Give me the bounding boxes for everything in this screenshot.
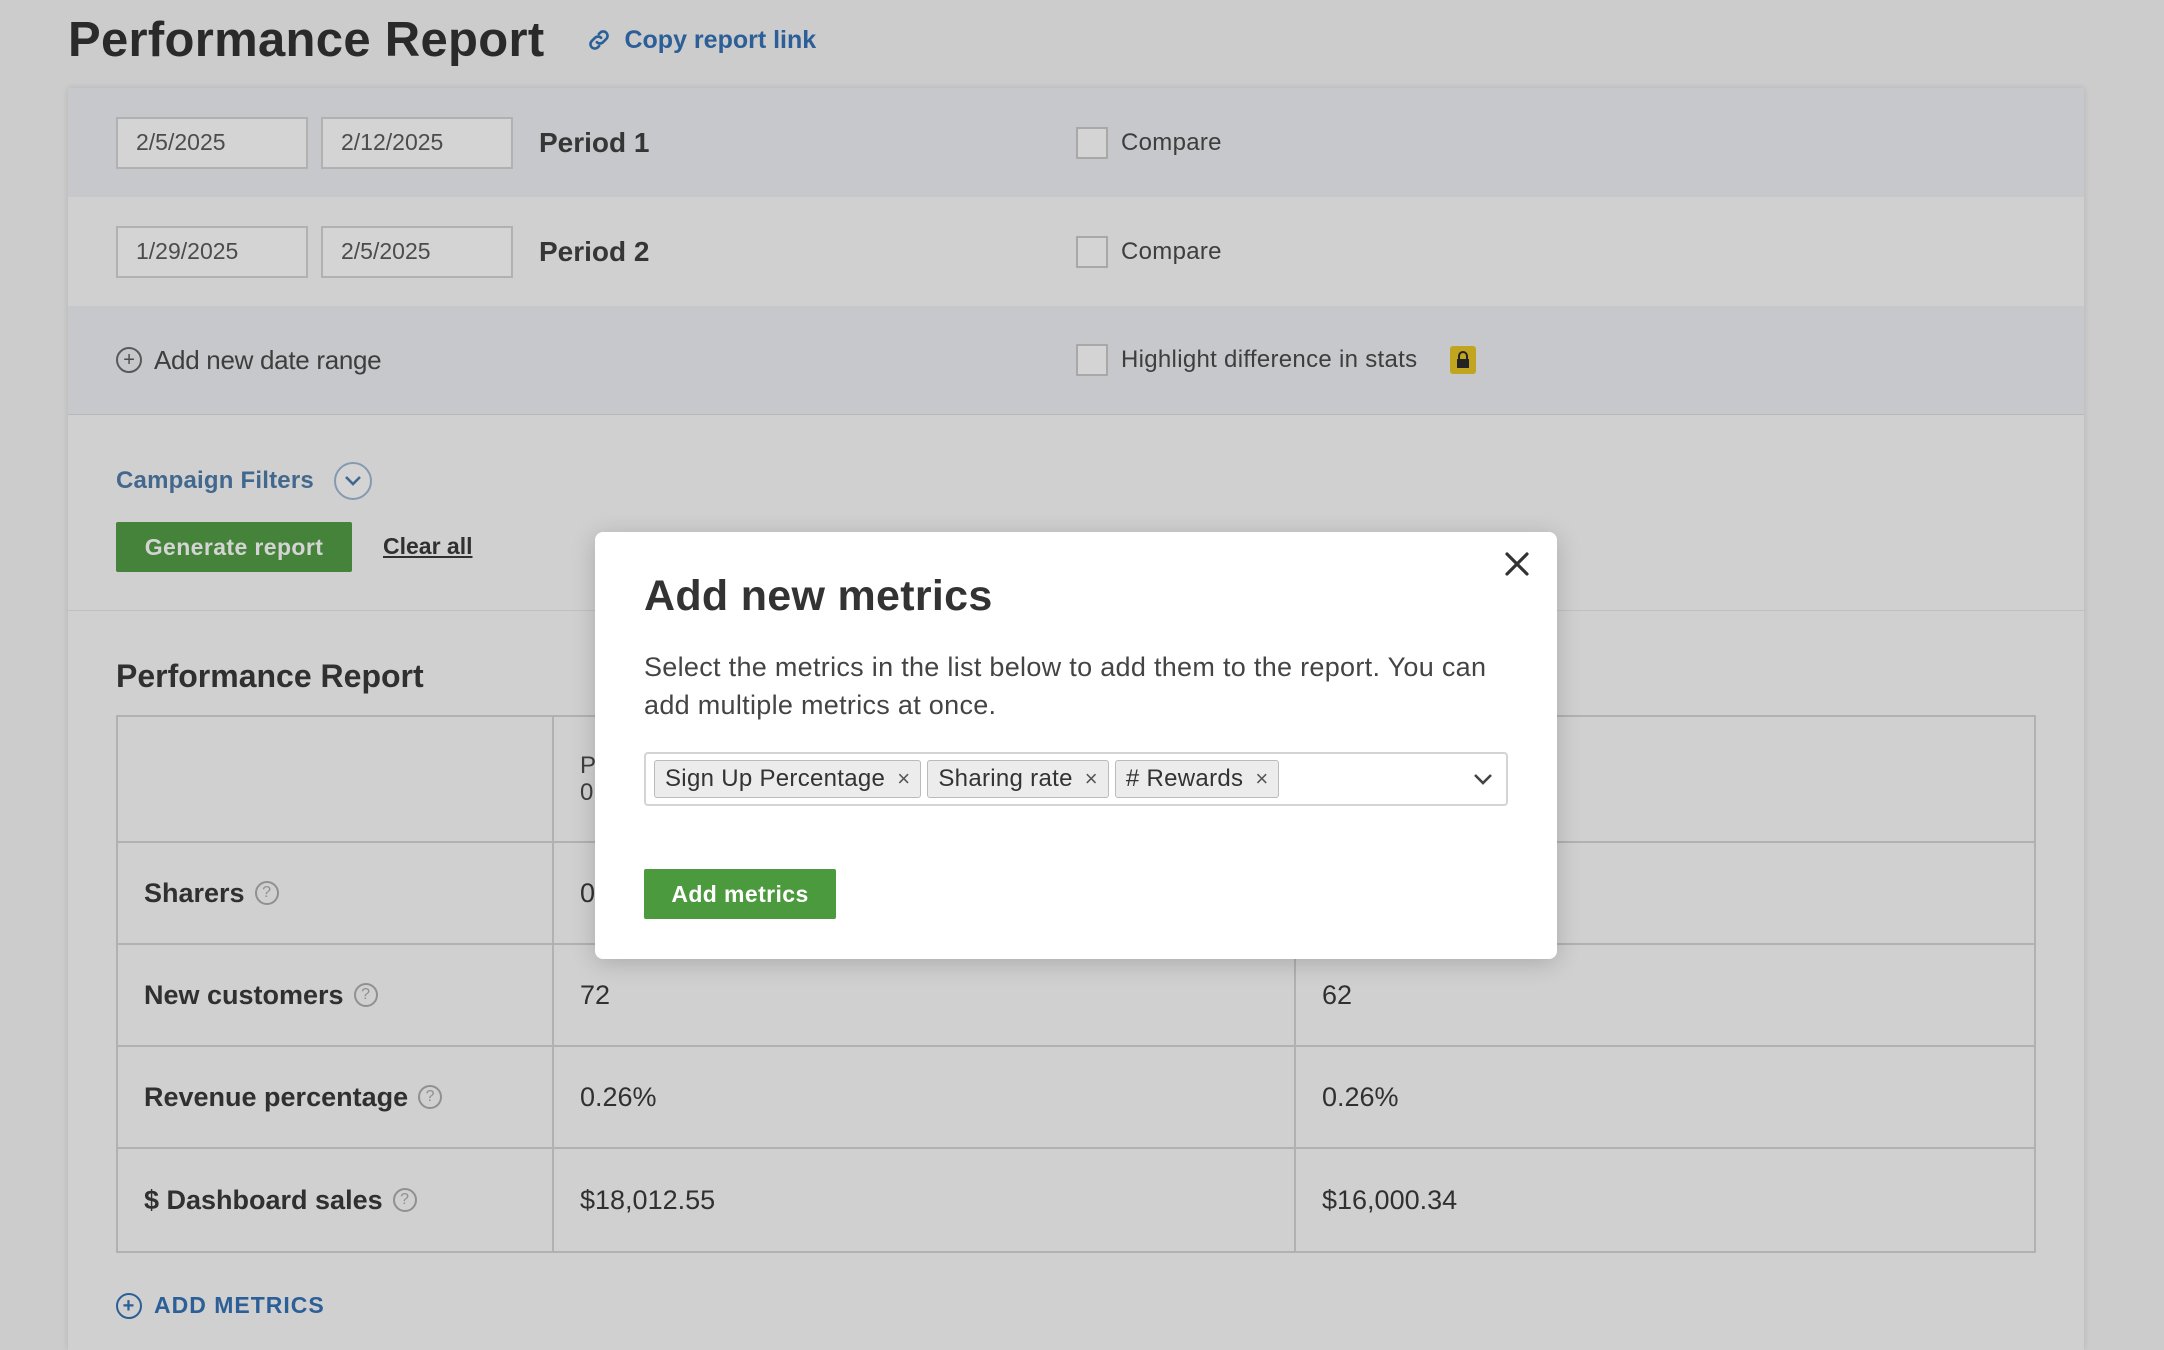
dialog-description: Select the metrics in the list below to … — [644, 652, 1487, 720]
remove-tag-icon[interactable]: × — [1255, 766, 1268, 792]
metrics-multiselect[interactable]: Sign Up Percentage × Sharing rate × # Re… — [644, 752, 1508, 806]
chevron-down-icon[interactable] — [1472, 768, 1494, 795]
selected-metric-tag: Sharing rate × — [927, 760, 1109, 798]
remove-tag-icon[interactable]: × — [897, 766, 910, 792]
remove-tag-icon[interactable]: × — [1085, 766, 1098, 792]
tag-label: Sign Up Percentage — [665, 765, 886, 792]
add-metrics-button[interactable]: Add metrics — [644, 869, 836, 919]
tag-label: # Rewards — [1125, 765, 1244, 792]
dialog-title: Add new metrics — [644, 572, 993, 620]
selected-metric-tag: # Rewards × — [1114, 760, 1280, 798]
selected-metric-tag: Sign Up Percentage × — [654, 760, 922, 798]
tag-label: Sharing rate — [938, 765, 1073, 792]
report-page: Performance Report Copy report link 2/5/… — [0, 0, 2164, 1350]
add-metrics-dialog: Add new metrics Select the metrics in th… — [595, 532, 1557, 959]
close-icon[interactable] — [1499, 546, 1535, 582]
